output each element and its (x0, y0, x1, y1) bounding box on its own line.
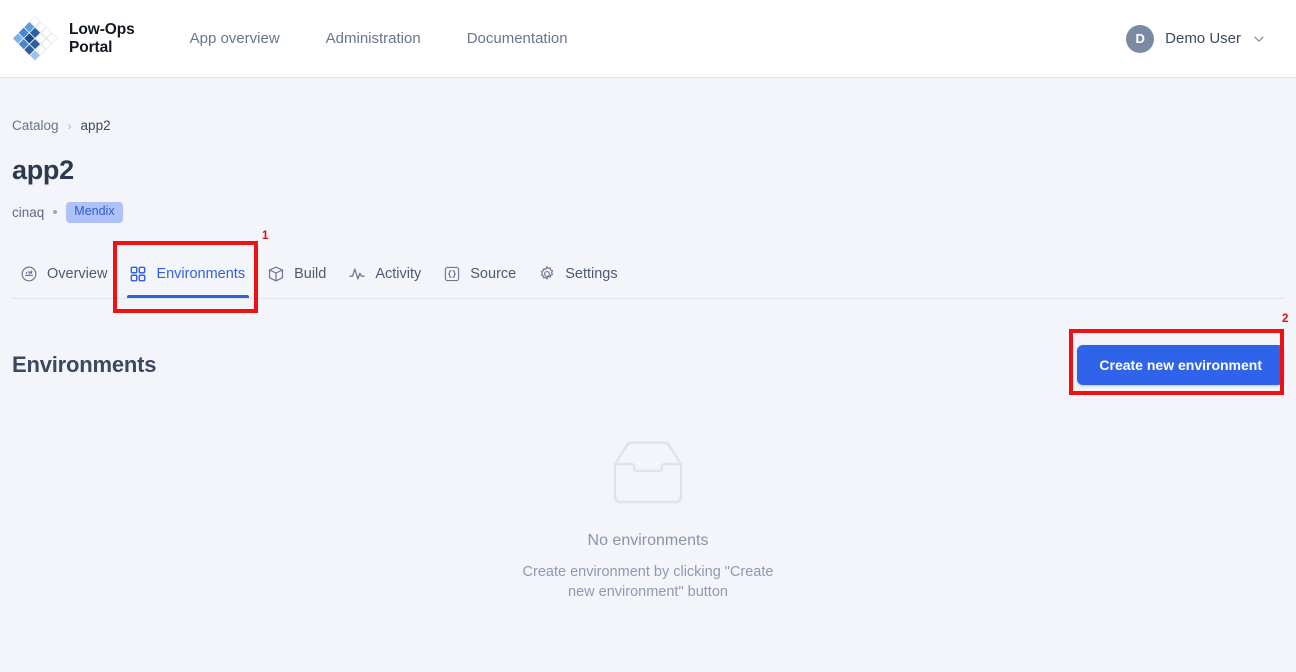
breadcrumb-item-catalog[interactable]: Catalog (12, 118, 59, 133)
tab-build-label: Build (294, 265, 327, 282)
tab-overview[interactable]: Overview (12, 265, 121, 298)
app-meta: cinaq Mendix (12, 202, 1284, 223)
curly-braces-icon (445, 266, 460, 281)
breadcrumb-item-current: app2 (80, 118, 111, 133)
diamond-grid-logo-icon (12, 15, 58, 60)
tab-source-label: Source (470, 265, 517, 282)
gauge-icon (21, 266, 37, 282)
chevron-down-icon (1254, 36, 1264, 42)
box-icon (269, 266, 284, 282)
nav-documentation[interactable]: Documentation (444, 22, 591, 55)
tab-environments[interactable]: Environments (121, 265, 259, 298)
breadcrumb: Catalog › app2 (12, 78, 1284, 133)
empty-state-title: No environments (587, 531, 709, 549)
tab-settings-label: Settings (565, 265, 618, 282)
section-title: Environments (12, 351, 157, 377)
section-header: Environments Create new environment (12, 344, 1284, 386)
brand-logo-link[interactable]: Low-Ops Portal (12, 15, 135, 62)
tab-build[interactable]: Build (259, 265, 340, 298)
tab-activity-label: Activity (375, 265, 422, 282)
inbox-tray-icon (613, 441, 683, 503)
app-owner-label: cinaq (12, 204, 45, 220)
tabs-container: Overview Environments Build Activity Sou… (12, 246, 1284, 299)
page-title: app2 (12, 155, 74, 185)
nav-administration[interactable]: Administration (303, 22, 444, 55)
tab-environments-label: Environments (156, 265, 246, 282)
empty-state-subtitle: Create environment by clicking "Create n… (522, 563, 774, 601)
status-badge: Mendix (66, 202, 123, 223)
create-new-environment-button[interactable]: Create new environment (1077, 344, 1284, 385)
user-name-label: Demo User (1165, 30, 1241, 47)
tab-source[interactable]: Source (435, 265, 530, 298)
nav-app-overview[interactable]: App overview (167, 22, 303, 55)
separator-dot-icon (53, 210, 58, 215)
grid-2x2-icon (131, 266, 146, 282)
page-content: Catalog › app2 app2 cinaq Mendix Overvie… (0, 78, 1296, 603)
empty-state: No environments Create environment by cl… (12, 438, 1284, 603)
activity-pulse-icon (349, 268, 366, 280)
main-navigation: App overview Administration Documentatio… (167, 22, 591, 55)
breadcrumb-separator-icon: › (67, 118, 72, 133)
brand-name: Low-Ops Portal (69, 21, 135, 56)
tab-list: Overview Environments Build Activity Sou… (12, 246, 1284, 298)
tab-settings[interactable]: Settings (530, 265, 631, 298)
gear-icon (541, 265, 554, 280)
top-header-bar: Low-Ops Portal App overview Administrati… (0, 0, 1296, 78)
avatar: D (1126, 24, 1155, 53)
tab-activity[interactable]: Activity (340, 265, 435, 298)
tab-overview-label: Overview (47, 265, 108, 282)
user-menu[interactable]: D Demo User (1126, 24, 1280, 53)
